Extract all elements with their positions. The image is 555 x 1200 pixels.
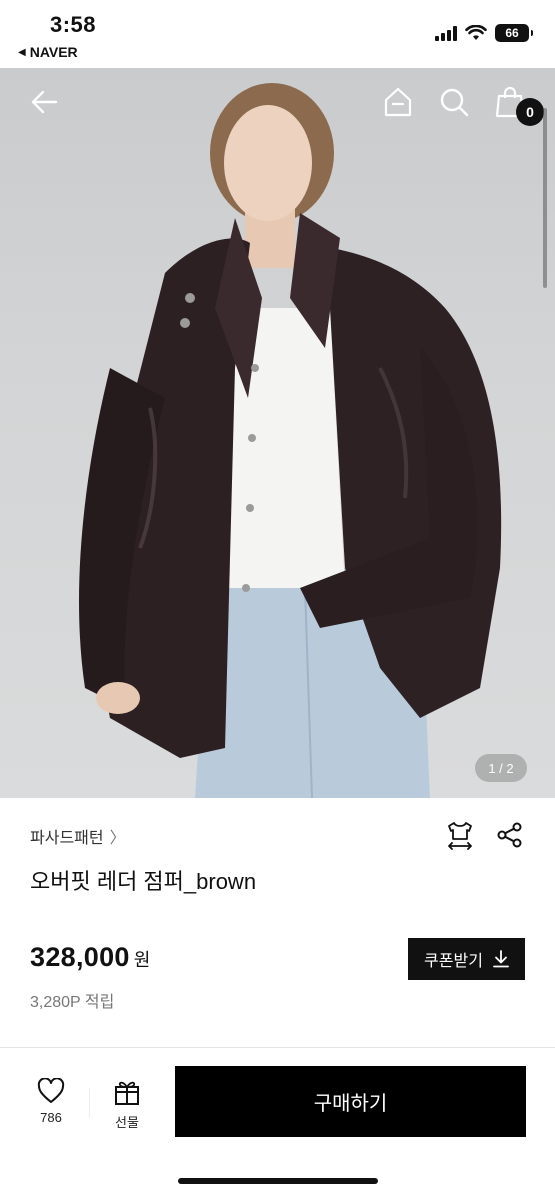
cart-button[interactable]: 0 (490, 82, 544, 126)
separator (89, 1088, 90, 1118)
back-button[interactable] (24, 82, 64, 122)
image-top-nav: 0 (0, 68, 555, 138)
product-price: 328,000 (30, 942, 130, 972)
brand-link[interactable]: 파사드패턴 〉 (30, 824, 126, 848)
like-button[interactable]: 786 (26, 1078, 76, 1125)
back-to-app-link[interactable]: ◀ NAVER (18, 44, 78, 60)
bottom-action-bar: 786 선물 구매하기 (0, 1048, 555, 1200)
currency-label: 원 (133, 950, 151, 970)
home-indicator (178, 1178, 378, 1184)
gift-icon (115, 1081, 139, 1105)
home-icon (384, 87, 412, 117)
brand-name: 파사드패턴 (30, 830, 104, 847)
size-guide-icon (448, 822, 472, 850)
product-title: 오버핏 레더 점퍼_brown (30, 869, 257, 894)
product-actions (445, 820, 525, 850)
gift-button[interactable]: 선물 (102, 1078, 152, 1131)
size-guide-button[interactable] (445, 820, 475, 850)
search-icon (440, 88, 469, 117)
gift-label: 선물 (115, 1115, 139, 1130)
scroll-indicator (543, 108, 547, 288)
wifi-icon (465, 25, 487, 40)
status-time: 3:58 (50, 12, 97, 37)
share-icon (497, 822, 522, 848)
coupon-label: 쿠폰받기 (424, 953, 483, 970)
back-app-label: NAVER (29, 44, 78, 60)
status-indicators: 66 (435, 24, 533, 42)
cellular-signal-icon (435, 25, 457, 41)
heart-icon (37, 1078, 65, 1103)
search-button[interactable] (434, 82, 474, 122)
buy-button[interactable]: 구매하기 (175, 1066, 526, 1137)
image-page-indicator: 1 / 2 (475, 754, 527, 782)
buy-label: 구매하기 (313, 1093, 388, 1115)
price-row: 328,000 원 (30, 942, 150, 973)
share-button[interactable] (495, 820, 525, 850)
home-button[interactable] (378, 82, 418, 122)
back-triangle-icon: ◀ (18, 46, 26, 58)
like-count: 786 (40, 1110, 62, 1125)
back-arrow-icon (31, 90, 58, 114)
chevron-right-icon: 〉 (109, 830, 126, 847)
status-bar: 3:58 ◀ NAVER 66 (0, 0, 555, 68)
product-photo (79, 83, 502, 798)
battery-level: 66 (505, 26, 519, 40)
cart-count-badge: 0 (516, 98, 544, 126)
download-icon (493, 950, 509, 968)
product-image-gallery[interactable]: 0 1 / 2 (0, 68, 555, 798)
battery-icon: 66 (495, 24, 533, 42)
coupon-button[interactable]: 쿠폰받기 (408, 938, 525, 980)
product-info: 파사드패턴 〉 오버핏 레더 점퍼_brown 328,000 원 3,280P… (0, 798, 555, 1048)
points-info: 3,280P 적립 (30, 994, 115, 1011)
